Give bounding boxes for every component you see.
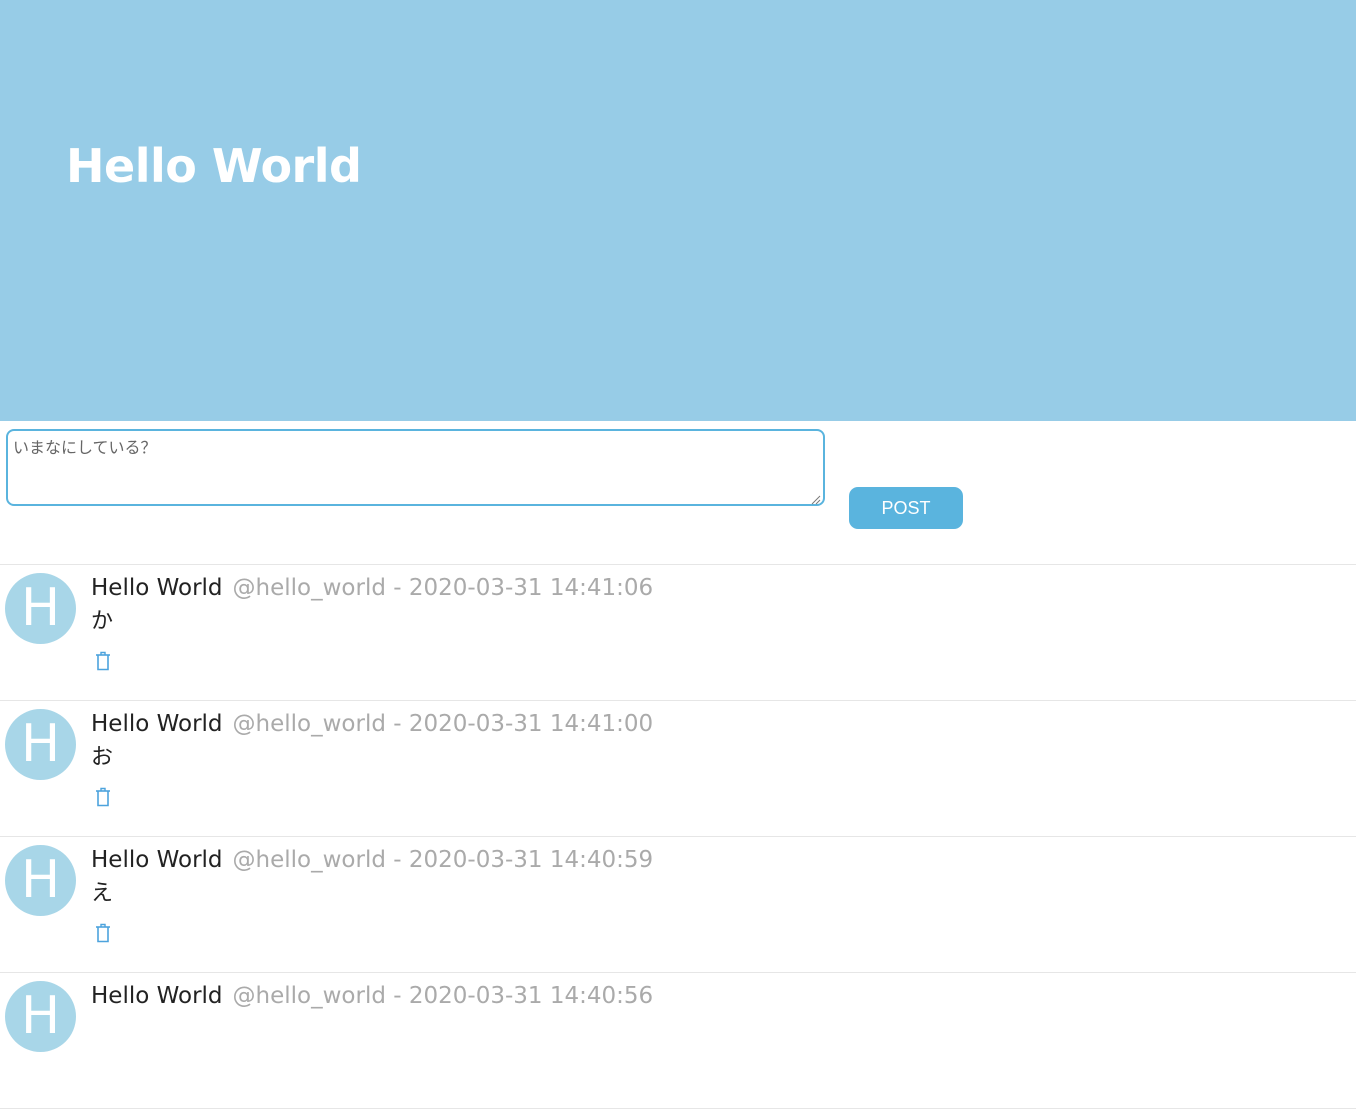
post-body: え bbox=[91, 881, 114, 906]
post-header: Hello World @hello_world - 2020-03-31 14:… bbox=[91, 846, 653, 874]
compose-area: POST bbox=[0, 421, 1356, 565]
post-display-name[interactable]: Hello World bbox=[91, 847, 223, 873]
post-button[interactable]: POST bbox=[849, 487, 963, 529]
post-meta: @hello_world - 2020-03-31 14:40:56 bbox=[232, 983, 654, 1009]
trash-icon[interactable] bbox=[95, 651, 111, 671]
post-input[interactable] bbox=[6, 429, 825, 506]
post-item: H Hello World @hello_world - 2020-03-31 1… bbox=[0, 837, 1356, 973]
avatar[interactable]: H bbox=[5, 573, 76, 644]
post-header: Hello World @hello_world - 2020-03-31 14:… bbox=[91, 710, 653, 738]
post-header: Hello World @hello_world - 2020-03-31 14:… bbox=[91, 574, 653, 602]
resize-grip-icon[interactable] bbox=[811, 495, 821, 505]
avatar[interactable]: H bbox=[5, 981, 76, 1052]
post-body: お bbox=[91, 745, 114, 770]
post-feed: H Hello World @hello_world - 2020-03-31 1… bbox=[0, 565, 1356, 1109]
post-item: H Hello World @hello_world - 2020-03-31 1… bbox=[0, 973, 1356, 1109]
post-meta: @hello_world - 2020-03-31 14:41:06 bbox=[232, 575, 654, 601]
post-item: H Hello World @hello_world - 2020-03-31 1… bbox=[0, 565, 1356, 701]
post-meta: @hello_world - 2020-03-31 14:41:00 bbox=[232, 711, 654, 737]
post-header: Hello World @hello_world - 2020-03-31 14:… bbox=[91, 982, 653, 1010]
post-meta: @hello_world - 2020-03-31 14:40:59 bbox=[232, 847, 654, 873]
trash-icon[interactable] bbox=[95, 923, 111, 943]
avatar[interactable]: H bbox=[5, 845, 76, 916]
post-item: H Hello World @hello_world - 2020-03-31 1… bbox=[0, 701, 1356, 837]
trash-icon[interactable] bbox=[95, 787, 111, 807]
page-title: Hello World bbox=[66, 139, 362, 193]
header-banner: Hello World bbox=[0, 0, 1356, 421]
post-display-name[interactable]: Hello World bbox=[91, 575, 223, 601]
avatar[interactable]: H bbox=[5, 709, 76, 780]
post-body: か bbox=[91, 609, 114, 634]
post-display-name[interactable]: Hello World bbox=[91, 711, 223, 737]
post-display-name[interactable]: Hello World bbox=[91, 983, 223, 1009]
